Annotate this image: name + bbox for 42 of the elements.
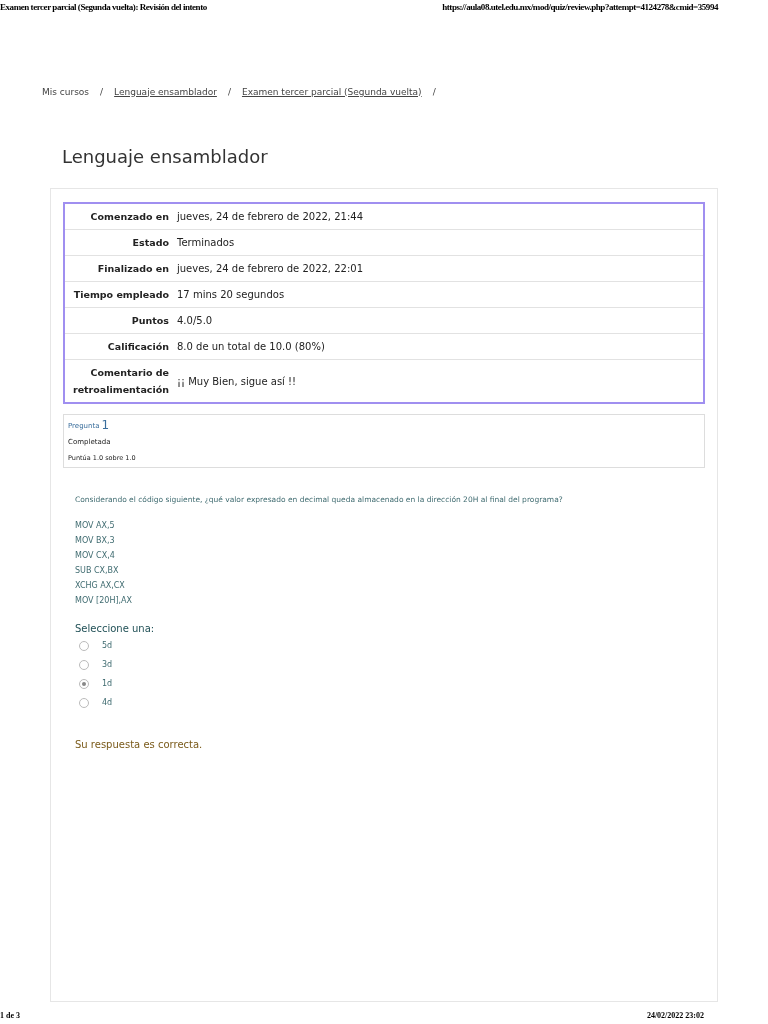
- code-line: MOV BX,3: [75, 534, 116, 547]
- radio-button[interactable]: [79, 697, 89, 708]
- print-header-title: Examen tercer parcial (Segunda vuelta): Revisión del intento: [0, 1, 207, 14]
- summary-value: 17 mins 20 segundos: [176, 288, 285, 302]
- option-label: 3d: [102, 658, 113, 671]
- summary-value: ¡¡ Muy Bien, sigue así !!: [176, 374, 297, 389]
- radio-button[interactable]: [79, 678, 89, 689]
- summary-value: jueves, 24 de febrero de 2022, 22:01: [176, 262, 364, 276]
- feedback-text: Su respuesta es correcta.: [75, 737, 204, 752]
- code-line: SUB CX,BX: [75, 564, 120, 577]
- radio-button[interactable]: [79, 640, 89, 651]
- summary-label: Comenzado en: [89, 210, 169, 224]
- select-prompt: Seleccione una:: [75, 621, 156, 636]
- breadcrumb-item: Mis cursos: [42, 85, 90, 99]
- summary-label: Puntos: [130, 314, 169, 328]
- summary-value: Terminados: [176, 236, 235, 250]
- breadcrumb-link[interactable]: Lenguaje ensamblador: [114, 85, 217, 99]
- summary-label: Comentario de retroalimentación: [71, 366, 169, 397]
- summary-value: 8.0 de un total de 10.0 (80%): [176, 340, 325, 354]
- summary-value: 4.0/5.0: [176, 314, 213, 328]
- code-line: MOV [20H],AX: [75, 594, 133, 607]
- print-footer-page: 1 de 3: [0, 1010, 20, 1022]
- summary-value: jueves, 24 de febrero de 2022, 21:44: [176, 210, 364, 224]
- radio-button[interactable]: [79, 659, 89, 670]
- option-label: 5d: [102, 639, 113, 652]
- breadcrumb-link[interactable]: Examen tercer parcial (Segunda vuelta): [241, 85, 422, 99]
- code-line: MOV AX,5: [75, 519, 116, 532]
- summary-label: Finalizado en: [96, 262, 169, 276]
- code-line: XCHG AX,CX: [75, 579, 126, 592]
- option-label: 4d: [102, 696, 113, 709]
- summary-label: Calificación: [106, 340, 169, 354]
- print-footer-datetime: 24/02/2022 23:02: [646, 1010, 704, 1022]
- print-header-url: https://aula08.utel.edu.mx/mod/quiz/review.php?attempt=4124278&cmid=35994: [442, 1, 718, 14]
- breadcrumb-separator: /: [100, 85, 104, 99]
- summary-label: Estado: [131, 236, 169, 250]
- breadcrumb-separator: /: [432, 85, 436, 99]
- code-line: MOV CX,4: [75, 549, 116, 562]
- summary-label: Tiempo empleado: [72, 288, 169, 302]
- option-label: 1d: [102, 677, 113, 690]
- page-title: Lenguaje ensamblador: [62, 145, 269, 169]
- question-number: 1: [101, 419, 110, 431]
- breadcrumb-separator: /: [227, 85, 231, 99]
